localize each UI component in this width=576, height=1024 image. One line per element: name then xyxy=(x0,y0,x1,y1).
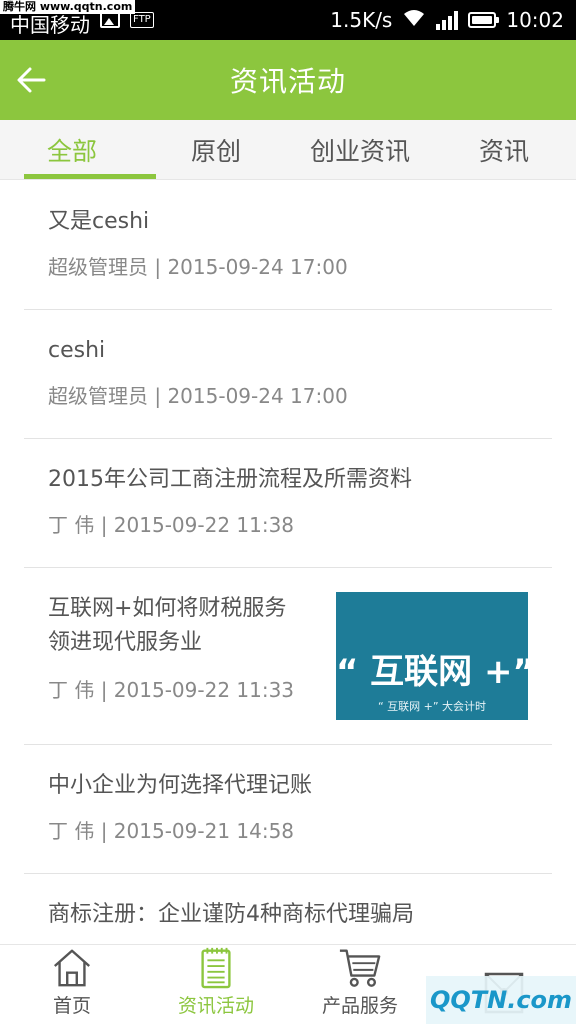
tab-news[interactable]: 资讯 xyxy=(432,120,576,179)
list-item[interactable]: 又是ceshi 超级管理员 | 2015-09-24 17:00 xyxy=(24,181,552,310)
list-item[interactable]: 中小企业为何选择代理记账 丁 伟 | 2015-09-21 14:58 xyxy=(24,745,552,874)
news-meta: 丁 伟 | 2015-09-21 14:58 xyxy=(48,819,295,843)
home-icon xyxy=(53,949,91,987)
tab-original[interactable]: 原创 xyxy=(144,120,288,179)
active-tab-indicator xyxy=(24,174,156,179)
signal-icon xyxy=(436,10,459,30)
news-title: 商标注册：企业谨防4种商标代理骗局 xyxy=(48,902,414,927)
category-tabs: 全部 原创 创业资讯 资讯 xyxy=(0,120,576,180)
battery-icon xyxy=(468,12,500,28)
news-title: 2015年公司工商注册流程及所需资料 xyxy=(48,467,412,492)
thumbnail-caption: “ 互联网 +” 大会计时 xyxy=(377,700,487,713)
tab-all[interactable]: 全部 xyxy=(0,120,144,179)
nav-news-activity-label: 资讯活动 xyxy=(177,995,254,1017)
list-item[interactable]: ceshi 超级管理员 | 2015-09-24 17:00 xyxy=(24,310,552,439)
news-list: 又是ceshi 超级管理员 | 2015-09-24 17:00 ceshi 超… xyxy=(24,181,552,944)
news-title: 又是ceshi xyxy=(48,209,150,234)
list-item[interactable]: 互联网+如何将财税服务 领进现代服务业 丁 伟 | 2015-09-22 11:… xyxy=(24,568,552,745)
nav-products[interactable]: 产品服务 xyxy=(288,945,432,1024)
network-speed: 1.5K/s xyxy=(330,8,393,32)
watermark-text: QQTN.com xyxy=(429,986,573,1014)
watermark-top-left: 腾牛网 www.qqtn.com xyxy=(0,0,136,14)
ftp-icon: FTP xyxy=(130,12,154,28)
watermark-bottom-right: QQTN.com xyxy=(426,976,576,1024)
image-notification-icon xyxy=(100,12,120,28)
nav-home[interactable]: 首页 xyxy=(0,945,144,1024)
news-meta: 超级管理员 | 2015-09-24 17:00 xyxy=(48,384,348,408)
arrow-left-icon xyxy=(17,67,46,93)
news-title: ceshi xyxy=(48,338,106,363)
tab-startup-news[interactable]: 创业资讯 xyxy=(288,120,432,179)
wifi-icon xyxy=(402,8,426,33)
clock: 10:02 xyxy=(506,8,564,32)
notepad-icon xyxy=(201,947,231,989)
page-title: 资讯活动 xyxy=(229,65,346,98)
news-title: 中小企业为何选择代理记账 xyxy=(48,773,313,798)
list-item[interactable]: 商标注册：企业谨防4种商标代理骗局 xyxy=(24,874,552,944)
thumbnail-headline: “ 互联网 +” xyxy=(336,652,528,692)
nav-home-label: 首页 xyxy=(52,995,91,1017)
app-header: 资讯活动 xyxy=(0,40,576,120)
nav-news-activity[interactable]: 资讯活动 xyxy=(144,945,288,1024)
news-thumbnail: “ 互联网 +” “ 互联网 +” 大会计时 xyxy=(336,592,528,720)
news-meta: 超级管理员 | 2015-09-24 17:00 xyxy=(48,255,348,279)
list-item[interactable]: 2015年公司工商注册流程及所需资料 丁 伟 | 2015-09-22 11:3… xyxy=(24,439,552,568)
news-meta: 丁 伟 | 2015-09-22 11:38 xyxy=(48,513,295,537)
cart-icon xyxy=(339,949,381,987)
back-button[interactable] xyxy=(14,62,50,98)
nav-products-label: 产品服务 xyxy=(321,995,398,1017)
